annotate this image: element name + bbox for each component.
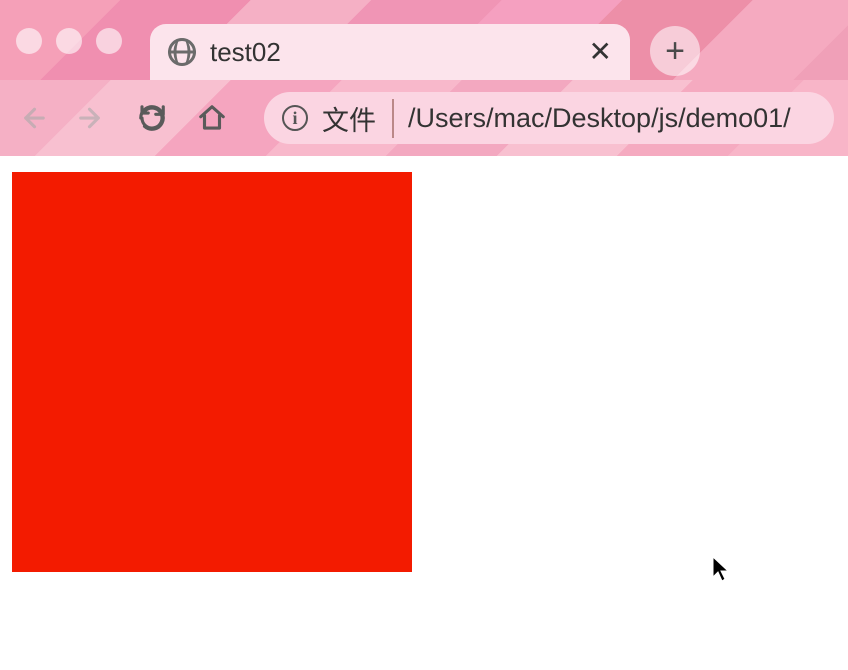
tab-strip: test02 ✕ + [0, 0, 848, 80]
cursor-icon [712, 556, 732, 591]
window-maximize-button[interactable] [96, 28, 122, 54]
browser-tab[interactable]: test02 ✕ [150, 24, 630, 80]
tab-title: test02 [210, 37, 575, 68]
back-button[interactable] [14, 100, 50, 136]
reload-button[interactable] [134, 100, 170, 136]
address-protocol-label: 文件 [322, 99, 394, 138]
new-tab-button[interactable]: + [650, 26, 700, 76]
tab-close-button[interactable]: ✕ [589, 38, 612, 66]
plus-icon: + [665, 34, 685, 68]
address-bar[interactable]: i 文件 /Users/mac/Desktop/js/demo01/ [264, 92, 834, 144]
back-icon [17, 103, 47, 133]
browser-chrome: test02 ✕ + [0, 0, 848, 156]
home-icon [197, 103, 227, 133]
toolbar: i 文件 /Users/mac/Desktop/js/demo01/ [0, 80, 848, 156]
red-box [12, 172, 412, 572]
reload-icon [137, 103, 167, 133]
window-close-button[interactable] [16, 28, 42, 54]
info-icon[interactable]: i [282, 105, 308, 131]
forward-button[interactable] [74, 100, 110, 136]
forward-icon [77, 103, 107, 133]
address-path: /Users/mac/Desktop/js/demo01/ [408, 103, 791, 134]
home-button[interactable] [194, 100, 230, 136]
window-minimize-button[interactable] [56, 28, 82, 54]
globe-icon [168, 38, 196, 66]
window-controls [16, 28, 122, 54]
page-viewport [0, 156, 848, 670]
